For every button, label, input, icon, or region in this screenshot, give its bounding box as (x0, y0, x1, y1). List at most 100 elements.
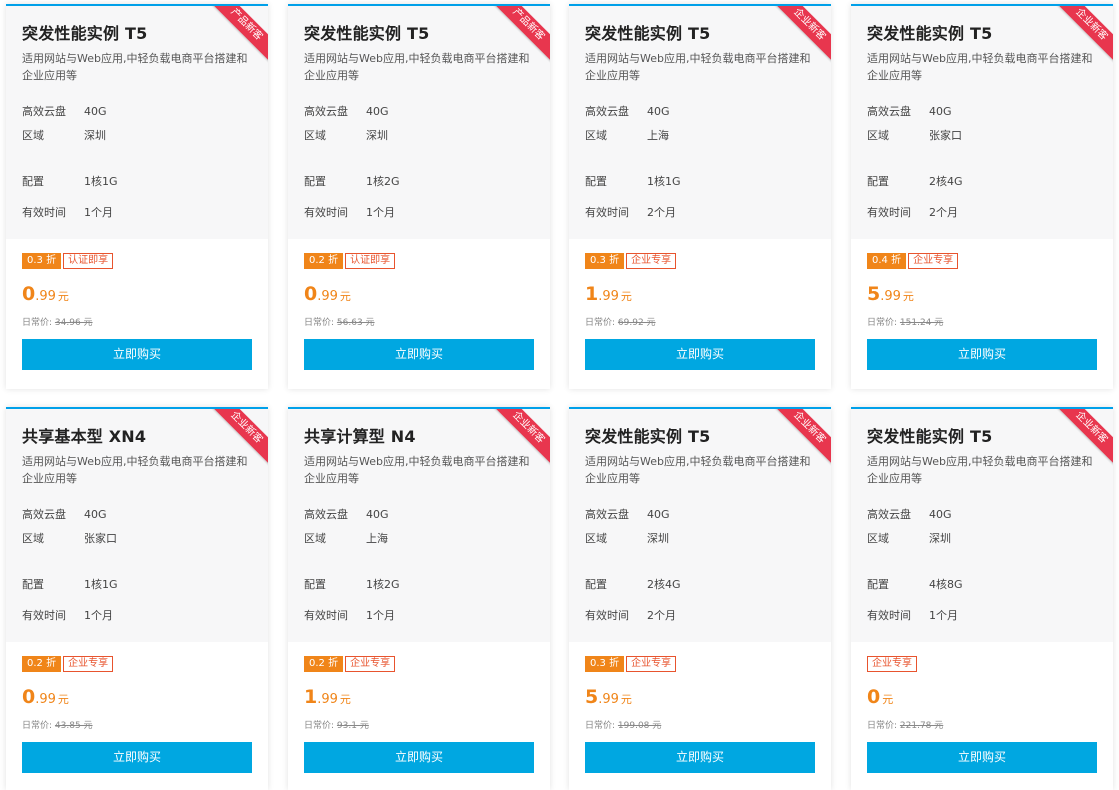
spec-label: 配置 (22, 578, 44, 591)
price-decimal: .99 (598, 289, 619, 304)
price-decimal: .99 (35, 289, 56, 304)
spec-label: 高效云盘 (585, 508, 629, 521)
price-integer: 0 (22, 686, 36, 708)
spec-region: 区域 上海 (585, 127, 669, 143)
product-description: 适用网站与Web应用,中轻负载电商平台搭建和企业应用等 (867, 52, 1093, 82)
tag-row: 0.3 折认证即享 (22, 253, 114, 269)
card-price-panel: 0.3 折企业专享 1.99 元 日常价: 69.92 元 立即购买 (569, 239, 831, 389)
price-unit: 元 (57, 693, 69, 706)
spec-value: 1个月 (929, 609, 958, 622)
spec-label: 区域 (22, 532, 44, 545)
price-decimal: .99 (317, 289, 338, 304)
price: 1.99 元 (304, 686, 351, 708)
price-decimal: .99 (317, 692, 338, 707)
spec-duration: 有效时间 2个月 (585, 204, 676, 220)
spec-value: 1个月 (84, 206, 113, 219)
original-price-value: 43.85 元 (54, 721, 93, 731)
price-integer: 0 (304, 283, 318, 305)
price: 5.99 元 (867, 283, 914, 305)
product-card: 企业新客 突发性能实例 T5 适用网站与Web应用,中轻负载电商平台搭建和企业应… (851, 407, 1113, 790)
spec-value: 1个月 (366, 206, 395, 219)
card-price-panel: 0.2 折企业专享 1.99 元 日常价: 93.1 元 立即购买 (288, 642, 550, 790)
spec-label: 有效时间 (585, 206, 629, 219)
spec-region: 区域 张家口 (22, 530, 117, 546)
spec-value: 深圳 (647, 532, 669, 545)
spec-label: 有效时间 (22, 609, 66, 622)
spec-config: 配置 1核2G (304, 173, 400, 189)
product-title: 突发性能实例 T5 (585, 427, 711, 446)
product-card: 企业新客 共享基本型 XN4 适用网站与Web应用,中轻负载电商平台搭建和企业应… (6, 407, 268, 790)
product-description: 适用网站与Web应用,中轻负载电商平台搭建和企业应用等 (22, 52, 248, 82)
product-title: 突发性能实例 T5 (867, 427, 993, 446)
spec-config: 配置 1核1G (22, 576, 118, 592)
original-price: 日常价: 56.63 元 (304, 315, 375, 328)
offer-tag: 企业专享 (626, 656, 677, 672)
spec-region: 区域 上海 (304, 530, 388, 546)
buy-now-button[interactable]: 立即购买 (304, 339, 534, 370)
spec-value: 1核2G (366, 175, 400, 188)
discount-badge: 0.4 折 (867, 253, 907, 269)
buy-now-button[interactable]: 立即购买 (867, 339, 1097, 370)
spec-value: 4核8G (929, 578, 963, 591)
product-title: 突发性能实例 T5 (22, 24, 148, 43)
spec-label: 配置 (304, 175, 326, 188)
price-unit: 元 (882, 693, 894, 706)
spec-value: 1核1G (647, 175, 681, 188)
product-description: 适用网站与Web应用,中轻负载电商平台搭建和企业应用等 (22, 455, 248, 485)
tag-row: 0.2 折认证即享 (304, 253, 396, 269)
spec-value: 40G (366, 508, 389, 521)
original-price-value: 34.96 元 (54, 318, 93, 328)
price-unit: 元 (620, 693, 632, 706)
price: 0.99 元 (22, 283, 69, 305)
product-title: 突发性能实例 T5 (585, 24, 711, 43)
buy-now-button[interactable]: 立即购买 (585, 742, 815, 773)
buy-now-button[interactable]: 立即购买 (585, 339, 815, 370)
price-integer: 1 (304, 686, 318, 708)
spec-value: 上海 (647, 129, 669, 142)
discount-badge: 0.3 折 (585, 656, 625, 672)
buy-now-button[interactable]: 立即购买 (867, 742, 1097, 773)
offer-tag: 企业专享 (908, 253, 959, 269)
spec-label: 有效时间 (867, 206, 911, 219)
card-price-panel: 0.2 折认证即享 0.99 元 日常价: 56.63 元 立即购买 (288, 239, 550, 389)
spec-label: 配置 (304, 578, 326, 591)
price: 5.99 元 (585, 686, 632, 708)
spec-value: 上海 (366, 532, 388, 545)
card-spec-panel: 产品新客 突发性能实例 T5 适用网站与Web应用,中轻负载电商平台搭建和企业应… (6, 6, 268, 239)
original-price: 日常价: 151.24 元 (867, 315, 943, 328)
product-card: 企业新客 共享计算型 N4 适用网站与Web应用,中轻负载电商平台搭建和企业应用… (288, 407, 550, 790)
price-decimal: .99 (598, 692, 619, 707)
spec-label: 区域 (304, 129, 326, 142)
spec-label: 区域 (22, 129, 44, 142)
original-price-label: 日常价: (22, 721, 53, 731)
spec-value: 40G (647, 105, 670, 118)
spec-label: 有效时间 (867, 609, 911, 622)
spec-label: 配置 (585, 175, 607, 188)
spec-disk: 高效云盘 40G (304, 506, 389, 522)
original-price-label: 日常价: (867, 318, 898, 328)
buy-now-button[interactable]: 立即购买 (304, 742, 534, 773)
discount-badge: 0.3 折 (585, 253, 625, 269)
spec-label: 配置 (585, 578, 607, 591)
spec-disk: 高效云盘 40G (304, 103, 389, 119)
original-price: 日常价: 221.78 元 (867, 718, 943, 731)
original-price: 日常价: 199.08 元 (585, 718, 661, 731)
tag-row: 企业专享 (867, 656, 917, 672)
spec-disk: 高效云盘 40G (22, 506, 107, 522)
buy-now-button[interactable]: 立即购买 (22, 339, 252, 370)
spec-disk: 高效云盘 40G (585, 506, 670, 522)
spec-region: 区域 深圳 (867, 530, 951, 546)
spec-disk: 高效云盘 40G (22, 103, 107, 119)
card-price-panel: 企业专享 0元 日常价: 221.78 元 立即购买 (851, 642, 1113, 790)
original-price-value: 93.1 元 (336, 721, 369, 731)
buy-now-button[interactable]: 立即购买 (22, 742, 252, 773)
spec-value: 2个月 (647, 206, 676, 219)
spec-region: 区域 张家口 (867, 127, 962, 143)
price-unit: 元 (620, 290, 632, 303)
offer-tag: 认证即享 (345, 253, 396, 269)
original-price-label: 日常价: (585, 318, 616, 328)
original-price-value: 151.24 元 (899, 318, 944, 328)
card-price-panel: 0.2 折企业专享 0.99 元 日常价: 43.85 元 立即购买 (6, 642, 268, 790)
price-unit: 元 (57, 290, 69, 303)
spec-value: 40G (366, 105, 389, 118)
